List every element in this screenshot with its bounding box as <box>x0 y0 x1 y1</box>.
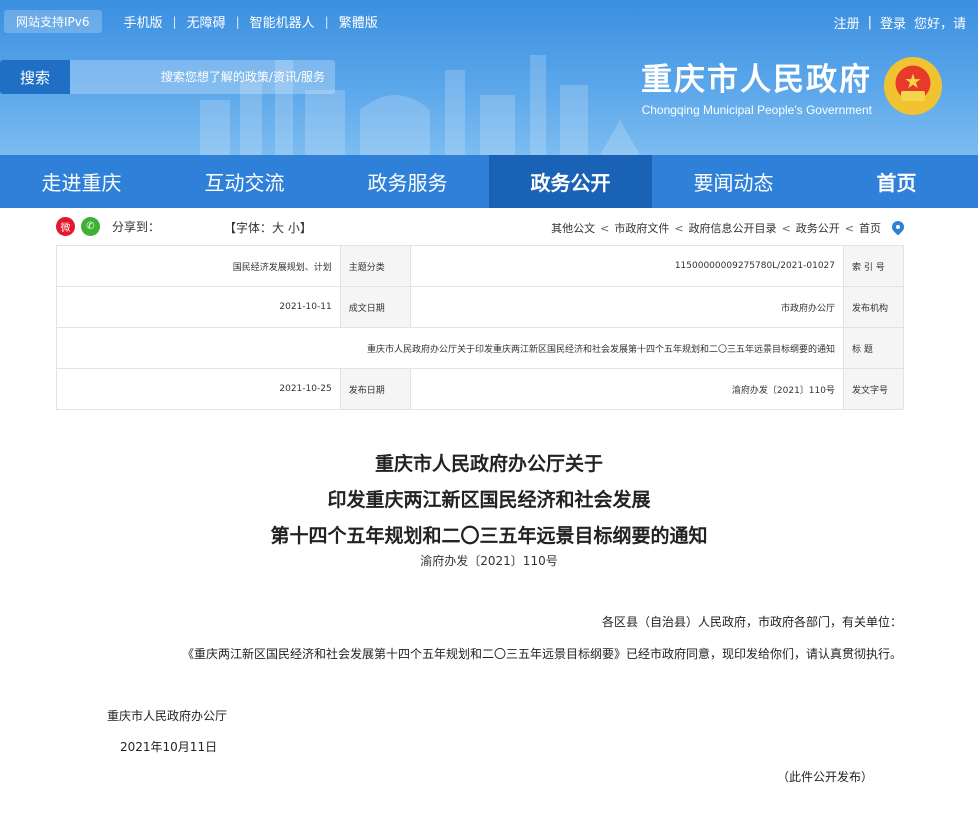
document-body: 《重庆两江新区国民经济和社会发展第十四个五年规划和二〇三五年远景目标纲要》已经市… <box>181 647 902 661</box>
document-date: 2021年10月11日 <box>120 740 218 754</box>
index-value: 11500000009275780L/2021-01027 <box>409 245 845 287</box>
breadcrumb-separator: < <box>674 221 684 235</box>
published-date-value: 2021-10-25 <box>56 368 341 410</box>
font-large-button[interactable]: 大 <box>272 221 284 235</box>
star-icon: ★ <box>904 68 922 93</box>
logo-text: 重庆市人民政府 Chongqing Municipal People's Gov… <box>641 54 872 117</box>
title-label: 标 题 <box>843 327 904 369</box>
document-title-line: 第十四个五年规划和二〇三五年远景目标纲要的通知 <box>270 525 708 547</box>
document-title-line: 印发重庆两江新区国民经济和社会发展 <box>327 489 651 511</box>
breadcrumb-info-catalog[interactable]: 政府信息公开目录 <box>689 220 777 236</box>
breadcrumb: 其他公文 < 市政府文件 < 政府信息公开目录 < 政务公开 < 首页 <box>546 220 904 236</box>
breadcrumb-city-docs[interactable]: 市政府文件 <box>614 220 669 236</box>
breadcrumb-other-docs[interactable]: 其他公文 <box>551 220 595 236</box>
nav-item-services[interactable]: 政务服务 <box>326 155 489 208</box>
breadcrumb-separator: < <box>600 221 610 235</box>
wechat-icon[interactable]: ✆ <box>81 217 100 236</box>
written-date-label: 成文日期 <box>339 286 411 328</box>
logo-title: 重庆市人民政府 <box>641 62 872 98</box>
ipv6-badge: 网站支持IPv6 <box>4 10 102 33</box>
issuer-label: 发布机构 <box>843 286 904 328</box>
document-signature: 重庆市人民政府办公厅 <box>107 709 228 723</box>
robot-link[interactable]: 智能机器人 <box>240 12 325 31</box>
skyline-decoration <box>200 55 640 155</box>
national-emblem-icon: ★ <box>884 56 942 115</box>
category-value: 国民经济发展规划、计划 <box>56 245 341 287</box>
breadcrumb-open-gov[interactable]: 政务公开 <box>796 220 840 236</box>
share-area: 微 ✆ 分享到： <box>56 217 160 236</box>
written-date-value: 2021-10-11 <box>56 286 341 328</box>
issuer-value: 市政府办公厅 <box>409 286 845 328</box>
account-links: 注册 | 登录 您好，请 <box>826 13 966 32</box>
title-value: 重庆市人民政府办公厅关于印发重庆两江新区国民经济和社会发展第十四个五年规划和二〇… <box>56 327 844 369</box>
weibo-icon[interactable]: 微 <box>56 217 75 236</box>
site-logo[interactable]: 重庆市人民政府 Chongqing Municipal People's Gov… <box>641 54 942 117</box>
document-number: 渝府办发〔2021〕110号 <box>420 554 558 568</box>
document-title: 重庆市人民政府办公厅关于 印发重庆两江新区国民经济和社会发展 第十四个五年规划和… <box>0 446 978 554</box>
document-title-line: 重庆市人民政府办公厅关于 <box>374 453 603 475</box>
accessibility-link[interactable]: 无障碍 <box>177 12 236 31</box>
gate-icon <box>901 90 925 101</box>
nav-item-home[interactable]: 首页 <box>815 155 978 208</box>
breadcrumb-home[interactable]: 首页 <box>859 220 881 236</box>
nav-item-open-government[interactable]: 政务公开 <box>489 155 652 208</box>
search-input[interactable] <box>70 60 335 94</box>
register-link[interactable]: 注册 <box>834 13 860 32</box>
top-links: 网站支持IPv6 手机版 | 无障碍 | 智能机器人 | 繁體版 <box>0 10 388 33</box>
published-date-label: 发布日期 <box>339 368 411 410</box>
search-button[interactable]: 搜索 <box>0 60 70 94</box>
breadcrumb-bar: 微 ✆ 分享到： 【字体：大 小】 其他公文 < 市政府文件 < 政府信息公开目… <box>56 214 904 240</box>
search-box: 搜索 <box>0 60 335 94</box>
font-small-button[interactable]: 小 <box>288 221 300 235</box>
location-pin-icon <box>892 221 904 235</box>
table-row: 2021-10-25 发布日期 渝府办发〔2021〕110号 发文字号 <box>56 368 904 410</box>
traditional-chinese-link[interactable]: 繁體版 <box>329 12 388 31</box>
index-label: 索 引 号 <box>843 245 904 287</box>
login-link[interactable]: 登录 <box>880 13 906 32</box>
font-size-control: 【字体：大 小】 <box>224 219 312 236</box>
table-row: 国民经济发展规划、计划 主题分类 11500000009275780L/2021… <box>56 245 904 287</box>
nav-item-about-chongqing[interactable]: 走进重庆 <box>0 155 163 208</box>
font-bracket-open: 【字体： <box>224 221 273 235</box>
font-bracket-close: 】 <box>299 221 312 235</box>
category-label: 主题分类 <box>339 245 411 287</box>
greeting-text: 您好，请 <box>913 17 966 32</box>
table-row: 重庆市人民政府办公厅关于印发重庆两江新区国民经济和社会发展第十四个五年规划和二〇… <box>56 327 904 369</box>
doc-number-value: 渝府办发〔2021〕110号 <box>409 368 845 410</box>
document-publish-note: （此件公开发布） <box>777 770 874 784</box>
site-header: 网站支持IPv6 手机版 | 无障碍 | 智能机器人 | 繁體版 注册 | 登录… <box>0 0 978 155</box>
top-bar: 网站支持IPv6 手机版 | 无障碍 | 智能机器人 | 繁體版 注册 | 登录… <box>0 0 978 44</box>
document-addressee: 各区县（自治县）人民政府，市政府各部门，有关单位： <box>601 615 902 629</box>
nav-item-news[interactable]: 要闻动态 <box>652 155 815 208</box>
logo-subtitle: Chongqing Municipal People's Government <box>641 103 872 117</box>
breadcrumb-separator: < <box>844 221 854 235</box>
document-metadata-table: 国民经济发展规划、计划 主题分类 11500000009275780L/2021… <box>56 245 904 410</box>
separator: | <box>867 15 872 30</box>
main-nav: 走进重庆 互动交流 政务服务 政务公开 要闻动态 首页 <box>0 155 978 208</box>
share-label: 分享到： <box>112 220 161 234</box>
table-row: 2021-10-11 成文日期 市政府办公厅 发布机构 <box>56 286 904 328</box>
nav-item-interaction[interactable]: 互动交流 <box>163 155 326 208</box>
breadcrumb-separator: < <box>781 221 791 235</box>
mobile-link[interactable]: 手机版 <box>114 12 173 31</box>
doc-number-label: 发文字号 <box>843 368 904 410</box>
